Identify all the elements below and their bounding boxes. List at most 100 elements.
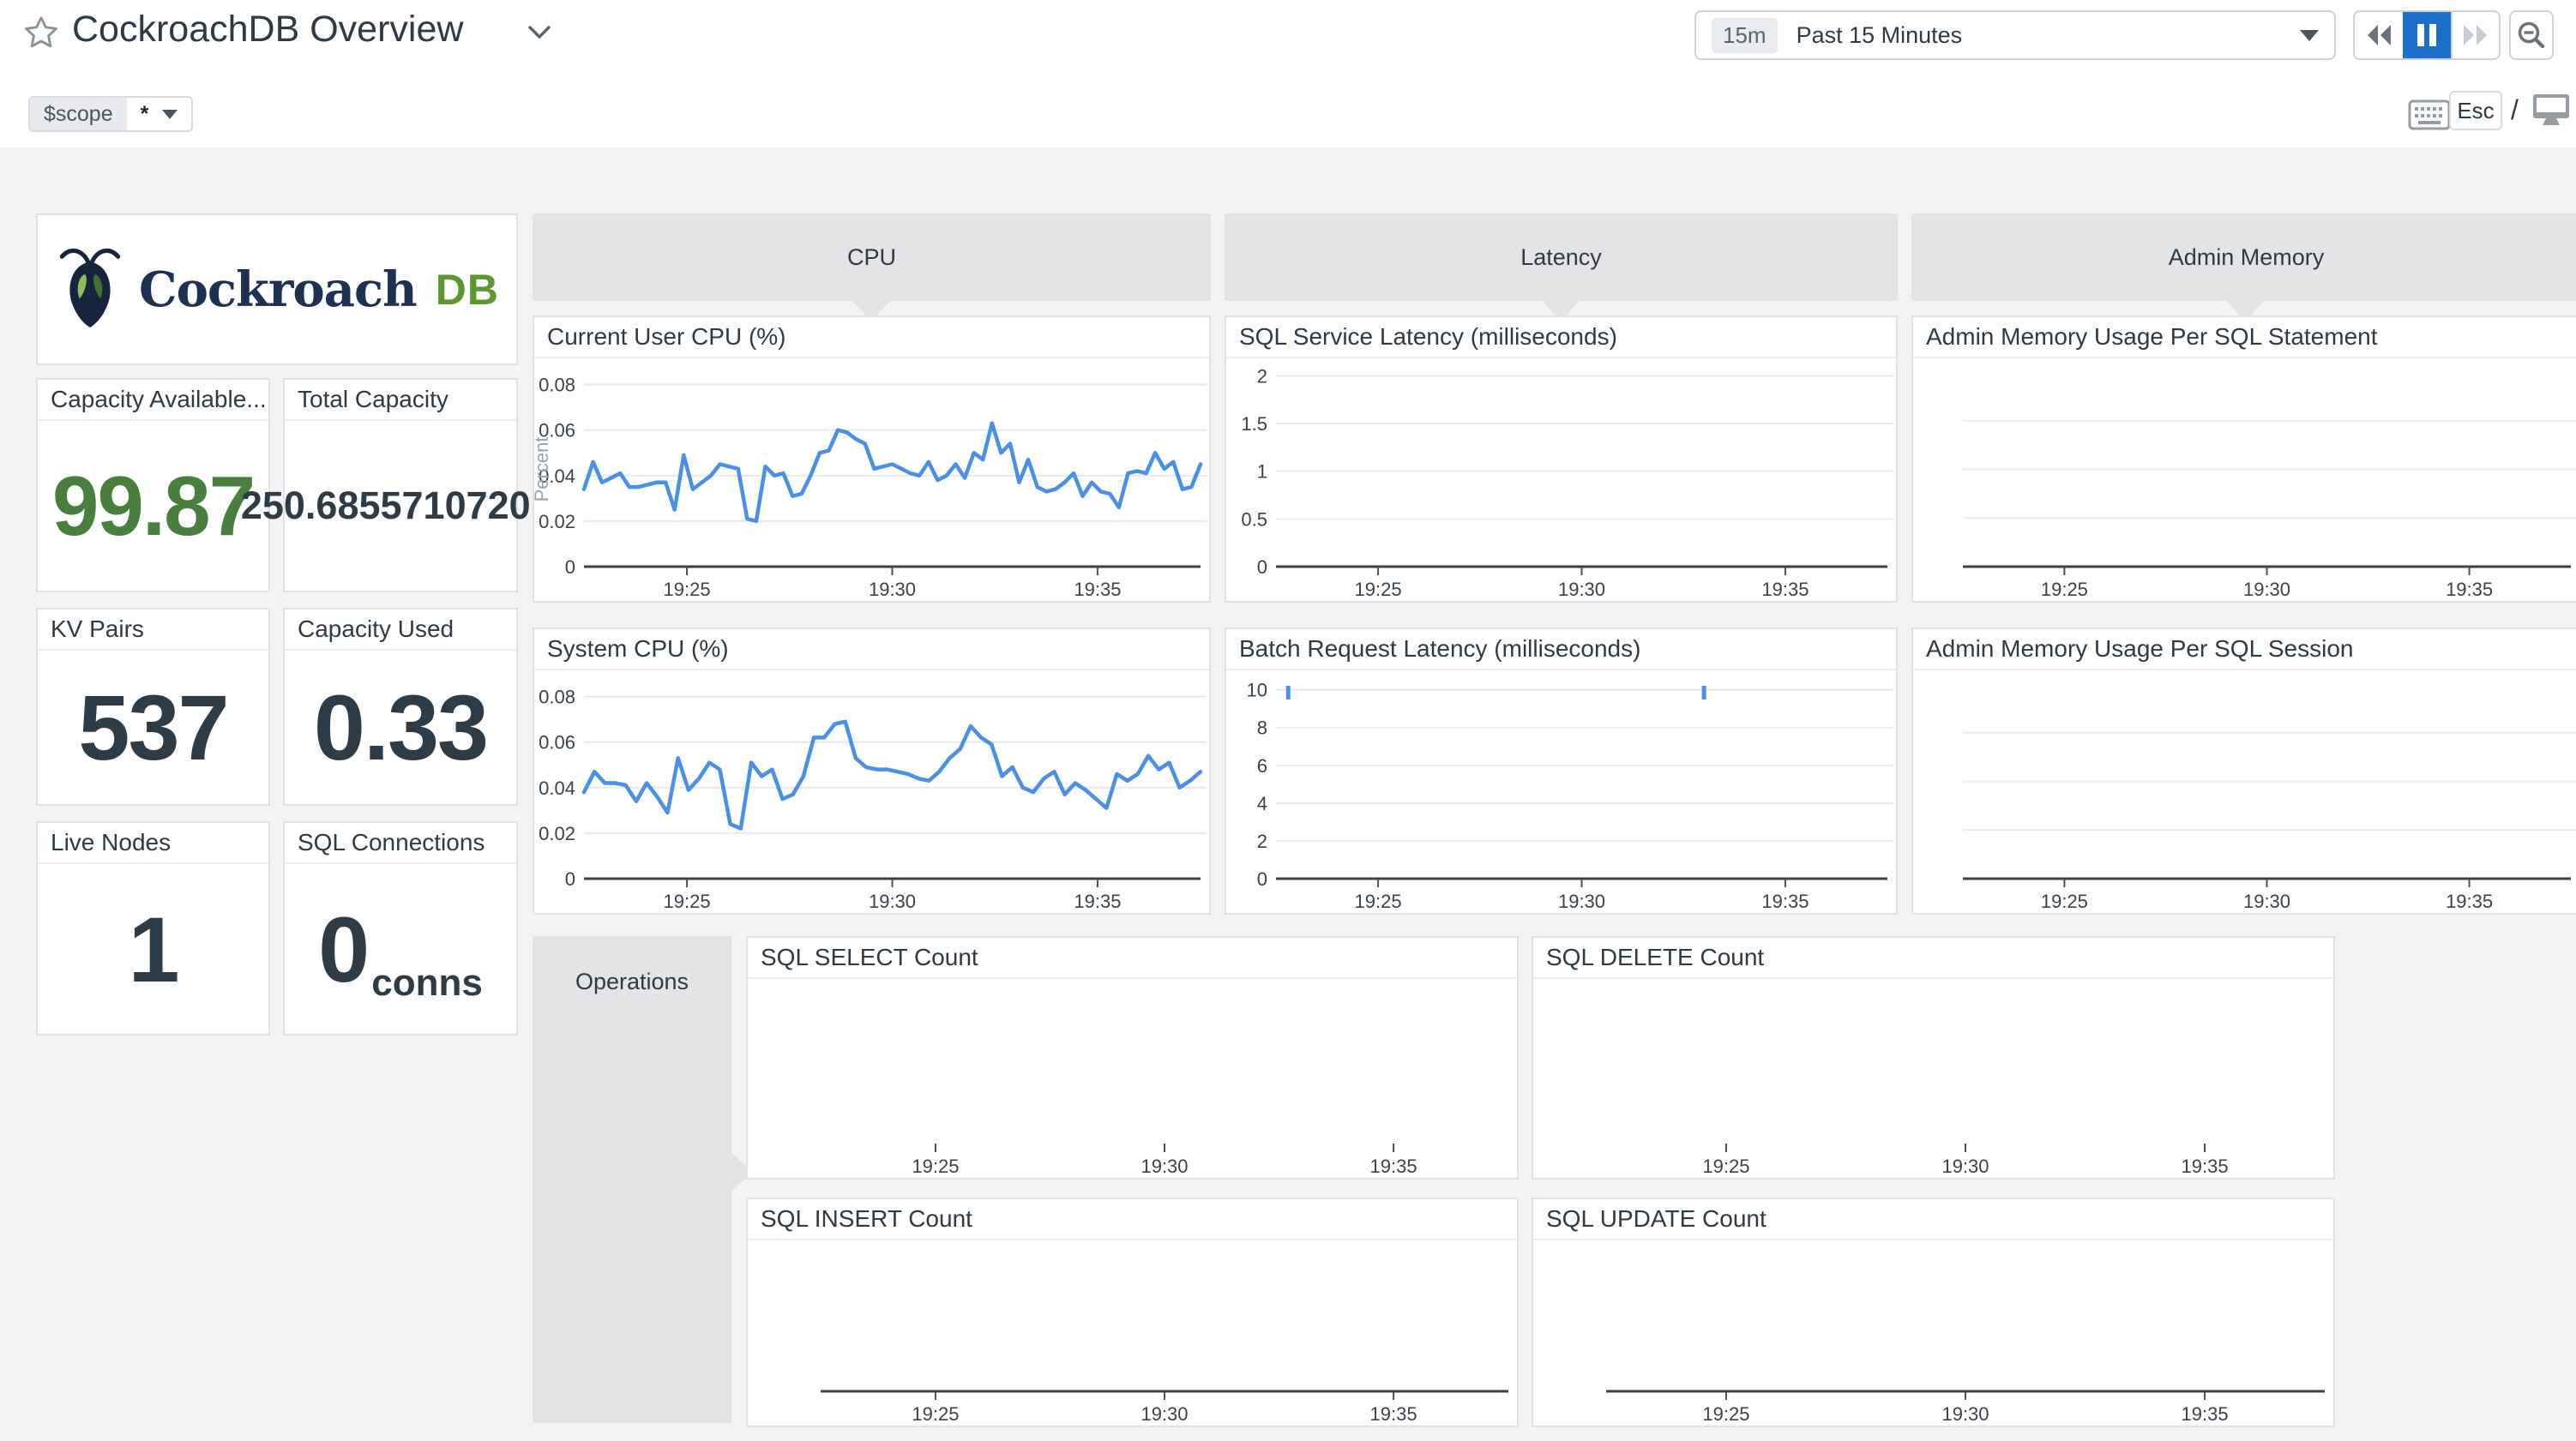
group-header-operations[interactable]: Operations: [533, 936, 731, 1423]
esc-key-label: Esc: [2457, 98, 2494, 124]
chart-card-current-user-cpu[interactable]: Current User CPU (%) 00.020.040.060.0819…: [533, 315, 1211, 603]
svg-text:0.02: 0.02: [539, 823, 575, 844]
svg-text:0.02: 0.02: [539, 511, 575, 532]
scope-value-text: *: [141, 102, 149, 127]
svg-text:19:30: 19:30: [1558, 891, 1605, 912]
scope-value[interactable]: *: [127, 98, 192, 130]
stat-value: 537: [38, 651, 268, 804]
svg-text:0.08: 0.08: [539, 375, 575, 396]
svg-text:19:30: 19:30: [1941, 1156, 1989, 1177]
group-label: Operations: [533, 936, 731, 995]
chart-card-admin-memory-session[interactable]: Admin Memory Usage Per SQL Session 19:25…: [1911, 627, 2576, 915]
cockroachdb-logo-card[interactable]: Cockroach DB: [36, 213, 518, 365]
stat-title: SQL Connections: [285, 823, 516, 864]
stat-card-live-nodes[interactable]: Live Nodes 1: [36, 821, 270, 1036]
chart-title: Admin Memory Usage Per SQL Statement: [1913, 317, 2576, 358]
chart-plot-batch-request-latency[interactable]: 024681019:2519:3019:35: [1226, 670, 1896, 913]
svg-text:19:35: 19:35: [1370, 1403, 1417, 1425]
chart-card-admin-memory-statement[interactable]: Admin Memory Usage Per SQL Statement 19:…: [1911, 315, 2576, 603]
stat-title: Total Capacity: [285, 380, 516, 421]
stat-value: 99.87: [38, 421, 268, 591]
favorite-star-icon[interactable]: [22, 14, 60, 51]
cockroach-bug-icon: [55, 244, 125, 334]
group-header-cpu[interactable]: CPU: [533, 213, 1211, 301]
chart-card-sql-delete-count[interactable]: SQL DELETE Count 19:2519:3019:35: [1532, 936, 2335, 1180]
chart-plot-system-cpu[interactable]: 00.020.040.060.0819:2519:3019:35: [534, 670, 1209, 913]
svg-text:19:30: 19:30: [1141, 1156, 1188, 1177]
chart-plot-current-user-cpu[interactable]: 00.020.040.060.0819:2519:3019:35Percent: [534, 358, 1209, 601]
fast-forward-button[interactable]: [2451, 12, 2499, 58]
svg-text:1.5: 1.5: [1241, 413, 1267, 435]
svg-text:0.04: 0.04: [539, 778, 575, 799]
svg-text:0: 0: [1257, 868, 1267, 890]
chart-card-sql-service-latency[interactable]: SQL Service Latency (milliseconds) 00.51…: [1225, 315, 1898, 603]
chart-title: Batch Request Latency (milliseconds): [1226, 629, 1896, 670]
stat-value: 250.6855710720GB: [285, 421, 516, 591]
stat-title: Capacity Available...: [38, 380, 268, 421]
scope-caret-icon: [162, 110, 178, 119]
svg-text:19:30: 19:30: [2243, 579, 2290, 600]
chart-card-sql-select-count[interactable]: SQL SELECT Count 19:2519:3019:35: [746, 936, 1519, 1180]
stat-title: Live Nodes: [38, 823, 268, 864]
svg-text:1: 1: [1257, 461, 1267, 483]
playback-controls: [2353, 10, 2501, 60]
chart-title: SQL SELECT Count: [748, 938, 1517, 979]
svg-text:6: 6: [1257, 755, 1267, 777]
chart-plot-sql-insert-count[interactable]: 19:2519:3019:35: [748, 1240, 1517, 1426]
chart-title: System CPU (%): [534, 629, 1209, 670]
svg-text:0.06: 0.06: [539, 732, 575, 754]
chart-card-sql-update-count[interactable]: SQL UPDATE Count 19:2519:3019:35: [1532, 1198, 2335, 1427]
pause-button[interactable]: [2403, 12, 2451, 58]
zoom-out-button[interactable]: [2509, 10, 2554, 60]
chart-plot-admin-memory-session[interactable]: 19:2519:3019:35: [1913, 670, 2576, 913]
stat-unit: conns: [371, 962, 483, 1005]
chart-card-system-cpu[interactable]: System CPU (%) 00.020.040.060.0819:2519:…: [533, 627, 1211, 915]
chart-title: SQL Service Latency (milliseconds): [1226, 317, 1896, 358]
svg-text:Percent: Percent: [534, 437, 552, 502]
svg-text:19:25: 19:25: [912, 1156, 959, 1177]
stat-card-sql-connections[interactable]: SQL Connections 0conns: [283, 821, 518, 1036]
tv-mode-icon[interactable]: [2531, 93, 2571, 133]
esc-key-badge[interactable]: Esc: [2449, 91, 2502, 130]
chart-plot-sql-delete-count[interactable]: 19:2519:3019:35: [1533, 979, 2333, 1178]
chart-card-sql-insert-count[interactable]: SQL INSERT Count 19:2519:3019:35: [746, 1198, 1519, 1427]
group-header-latency[interactable]: Latency: [1225, 213, 1898, 301]
svg-text:19:25: 19:25: [1355, 579, 1402, 600]
svg-text:19:35: 19:35: [2182, 1403, 2229, 1425]
group-header-admin-memory[interactable]: Admin Memory: [1911, 213, 2576, 301]
template-variable-scope[interactable]: $scope *: [28, 96, 193, 132]
title-chevron-down-icon[interactable]: [527, 24, 552, 45]
chart-plot-sql-update-count[interactable]: 19:2519:3019:35: [1533, 1240, 2333, 1426]
svg-text:4: 4: [1257, 793, 1267, 814]
time-range-badge: 15m: [1712, 18, 1778, 53]
stat-card-total-capacity[interactable]: Total Capacity 250.6855710720GB: [283, 378, 518, 592]
stat-value: 1: [38, 864, 268, 1034]
svg-text:19:25: 19:25: [1702, 1403, 1749, 1425]
svg-text:19:30: 19:30: [869, 579, 916, 600]
svg-text:19:35: 19:35: [1074, 579, 1121, 600]
svg-text:0: 0: [565, 556, 575, 578]
stat-card-capacity-used[interactable]: Capacity Used 0.33: [283, 608, 518, 806]
logo-wordmark: Cockroach: [139, 261, 417, 318]
chart-card-batch-request-latency[interactable]: Batch Request Latency (milliseconds) 024…: [1225, 627, 1898, 915]
svg-text:19:30: 19:30: [1141, 1403, 1188, 1425]
svg-text:8: 8: [1257, 717, 1267, 739]
scope-label: $scope: [30, 98, 127, 130]
time-range-selector[interactable]: 15m Past 15 Minutes: [1694, 10, 2336, 60]
svg-text:19:35: 19:35: [2446, 891, 2493, 912]
chart-plot-admin-memory-statement[interactable]: 19:2519:3019:35: [1913, 358, 2576, 601]
svg-text:0.5: 0.5: [1241, 508, 1267, 530]
chart-title: SQL UPDATE Count: [1533, 1199, 2333, 1240]
page-title[interactable]: CockroachDB Overview: [72, 9, 463, 51]
chart-plot-sql-select-count[interactable]: 19:2519:3019:35: [748, 979, 1517, 1178]
svg-text:19:35: 19:35: [1074, 891, 1121, 912]
chart-title: SQL DELETE Count: [1533, 938, 2333, 979]
rewind-button[interactable]: [2355, 12, 2403, 58]
chart-plot-sql-service-latency[interactable]: 00.511.5219:2519:3019:35: [1226, 358, 1896, 601]
svg-text:10: 10: [1247, 680, 1267, 701]
stat-card-capacity-available[interactable]: Capacity Available... 99.87: [36, 378, 270, 592]
chart-title: Admin Memory Usage Per SQL Session: [1913, 629, 2576, 670]
keyboard-icon[interactable]: [2408, 99, 2451, 135]
stat-card-kv-pairs[interactable]: KV Pairs 537: [36, 608, 270, 806]
svg-text:0: 0: [565, 868, 575, 890]
